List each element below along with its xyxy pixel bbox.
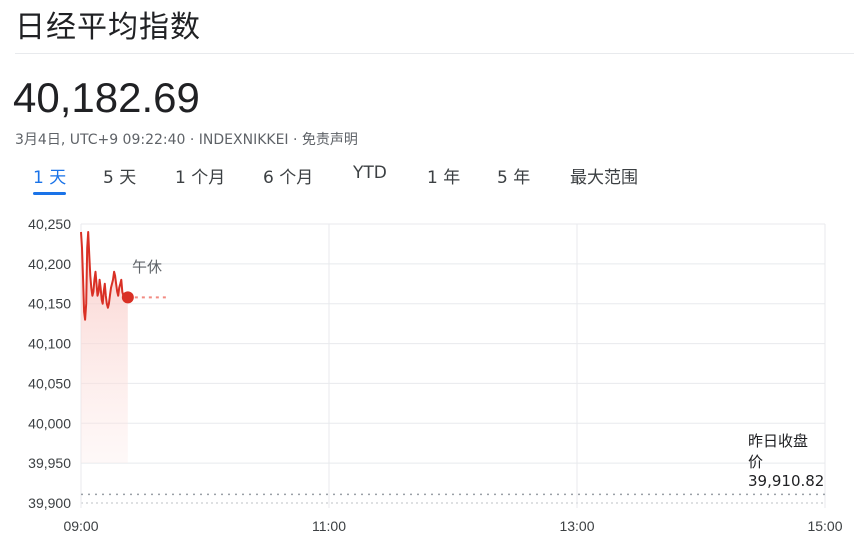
y-tick-label: 40,050 xyxy=(28,375,71,391)
price-chart[interactable]: 40,250 40,200 40,150 40,100 40,050 40,000 39,9… xyxy=(0,0,854,546)
x-tick-label: 15:00 xyxy=(807,518,842,534)
lunch-break-annotation: 午休 xyxy=(132,258,162,276)
y-tick-label: 39,900 xyxy=(28,495,71,511)
y-tick-label: 39,950 xyxy=(28,455,71,471)
x-tick-label: 13:00 xyxy=(559,518,594,534)
series-area xyxy=(81,232,128,463)
y-tick-label: 40,100 xyxy=(28,336,71,352)
x-tick-label: 09:00 xyxy=(63,518,98,534)
previous-close-label: 昨日收盘 xyxy=(748,432,808,450)
y-tick-label: 40,150 xyxy=(28,296,71,312)
previous-close-label-cont: 价 xyxy=(748,453,763,471)
previous-close-value: 39,910.82 xyxy=(748,472,824,490)
last-point xyxy=(121,291,134,304)
grid xyxy=(80,223,826,508)
y-tick-label: 40,250 xyxy=(28,216,71,232)
y-tick-label: 40,200 xyxy=(28,256,71,272)
y-tick-label: 40,000 xyxy=(28,415,71,431)
x-tick-label: 11:00 xyxy=(312,518,346,534)
